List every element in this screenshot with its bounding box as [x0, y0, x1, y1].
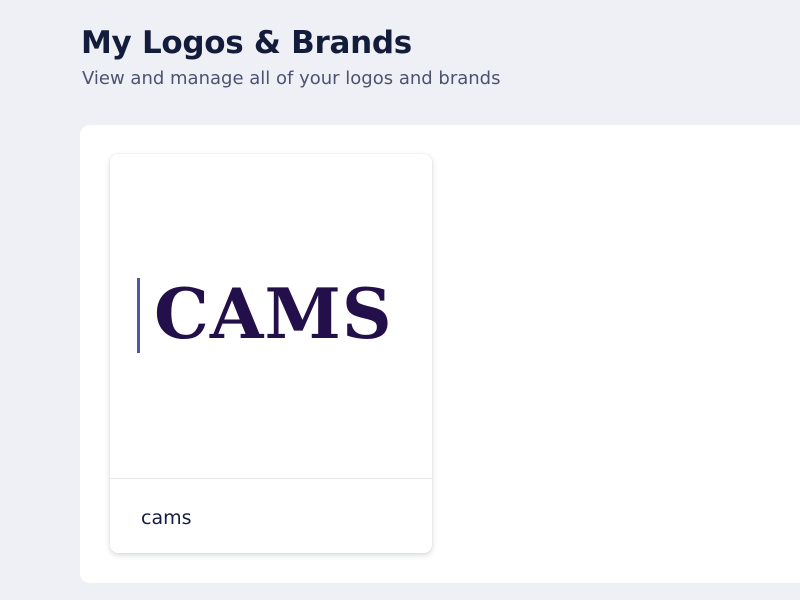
- logo-preview[interactable]: CAMS: [110, 154, 432, 479]
- page-subtitle: View and manage all of your logos and br…: [82, 68, 501, 89]
- logo-wordmark: CAMS: [154, 274, 393, 355]
- logo-card-footer: cams: [110, 479, 432, 553]
- page-title: My Logos & Brands: [81, 25, 412, 61]
- logos-panel: CAMS cams: [80, 125, 800, 583]
- page-header: My Logos & Brands View and manage all of…: [81, 22, 500, 91]
- logo-card[interactable]: CAMS cams: [110, 154, 432, 553]
- logo-name: cams: [141, 507, 192, 529]
- logo-accent-bar: [137, 278, 140, 353]
- page: My Logos & Brands View and manage all of…: [0, 0, 800, 600]
